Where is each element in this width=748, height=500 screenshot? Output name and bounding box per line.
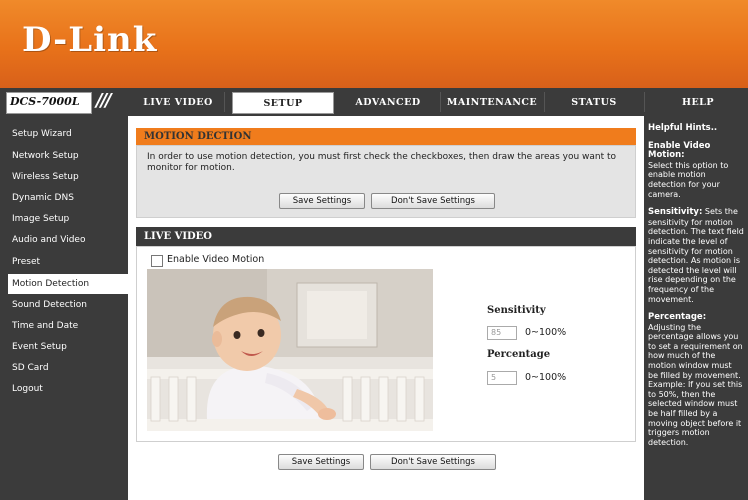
baby-in-crib-image bbox=[147, 269, 433, 431]
header-banner: D-Link bbox=[0, 0, 748, 88]
model-name: DCS-7000L bbox=[10, 95, 80, 108]
sidebar-item-time-date[interactable]: Time and Date bbox=[8, 316, 128, 336]
percentage-input[interactable]: 5 bbox=[487, 371, 517, 385]
live-video-panel: Enable Video Motion Sensitivity 85 0~100… bbox=[136, 246, 636, 442]
sidebar-item-audio-video[interactable]: Audio and Video bbox=[8, 230, 128, 250]
dlink-logo: D-Link bbox=[22, 20, 158, 60]
motion-detection-header: MOTION DECTION bbox=[136, 128, 636, 145]
tab-maintenance[interactable]: MAINTENANCE bbox=[440, 92, 545, 112]
live-video-frame[interactable] bbox=[147, 269, 433, 431]
sidebar-item-logout[interactable]: Logout bbox=[8, 379, 128, 399]
helpful-hints-panel: Helpful Hints.. Enable Video Motion: Sel… bbox=[644, 116, 748, 500]
slash-divider-icon: /// bbox=[96, 90, 112, 111]
main-content: MOTION DECTION In order to use motion de… bbox=[128, 116, 644, 500]
hint-percentage-text: Adjusting the percentage allows you to s… bbox=[648, 322, 743, 447]
tab-setup[interactable]: SETUP bbox=[232, 92, 334, 114]
tab-live-video[interactable]: LIVE VIDEO bbox=[132, 92, 225, 112]
hint-enable-video-motion-text: Select this option to enable motion dete… bbox=[648, 160, 729, 199]
hint-sensitivity-text: Sets the sensitivity for motion detectio… bbox=[648, 207, 744, 304]
hint-percentage-heading: Percentage: bbox=[648, 312, 707, 323]
sidebar-item-dynamic-dns[interactable]: Dynamic DNS bbox=[8, 188, 128, 208]
sidebar-item-sd-card[interactable]: SD Card bbox=[8, 358, 128, 378]
sidebar-item-wireless-setup[interactable]: Wireless Setup bbox=[8, 167, 128, 187]
sensitivity-label: Sensitivity bbox=[487, 305, 546, 316]
motion-detection-panel: In order to use motion detection, you mu… bbox=[136, 145, 636, 218]
tab-advanced[interactable]: ADVANCED bbox=[336, 92, 441, 112]
dont-save-settings-button-top[interactable]: Don't Save Settings bbox=[371, 193, 495, 209]
sidebar-item-preset[interactable]: Preset bbox=[8, 252, 128, 272]
save-settings-button-top[interactable]: Save Settings bbox=[279, 193, 365, 209]
motion-description: In order to use motion detection, you mu… bbox=[147, 152, 617, 173]
model-badge: DCS-7000L bbox=[6, 92, 92, 114]
live-video-header: LIVE VIDEO bbox=[136, 227, 636, 246]
tab-help[interactable]: HELP bbox=[648, 92, 748, 112]
sidebar-item-setup-wizard[interactable]: Setup Wizard bbox=[8, 124, 128, 144]
sidebar-item-event-setup[interactable]: Event Setup bbox=[8, 337, 128, 357]
sidebar-item-image-setup[interactable]: Image Setup bbox=[8, 209, 128, 229]
enable-video-motion-label: Enable Video Motion bbox=[167, 254, 265, 265]
dont-save-settings-button-bottom[interactable]: Don't Save Settings bbox=[370, 454, 496, 470]
enable-video-motion-checkbox[interactable] bbox=[151, 255, 163, 267]
hints-title: Helpful Hints.. bbox=[648, 123, 718, 133]
percentage-label: Percentage bbox=[487, 349, 551, 360]
hint-sensitivity-heading: Sensitivity: bbox=[648, 207, 703, 218]
sidebar-item-network-setup[interactable]: Network Setup bbox=[8, 146, 128, 166]
hint-enable-video-motion-heading: Enable Video Motion: bbox=[648, 140, 711, 161]
sensitivity-input[interactable]: 85 bbox=[487, 326, 517, 340]
save-settings-button-bottom[interactable]: Save Settings bbox=[278, 454, 364, 470]
sidebar-item-motion-detection[interactable]: Motion Detection bbox=[8, 274, 128, 294]
sensitivity-range: 0~100% bbox=[525, 327, 567, 338]
sidebar: Setup Wizard Network Setup Wireless Setu… bbox=[0, 116, 128, 500]
percentage-range: 0~100% bbox=[525, 372, 567, 383]
sidebar-item-sound-detection[interactable]: Sound Detection bbox=[8, 295, 128, 315]
tab-status[interactable]: STATUS bbox=[544, 92, 645, 112]
